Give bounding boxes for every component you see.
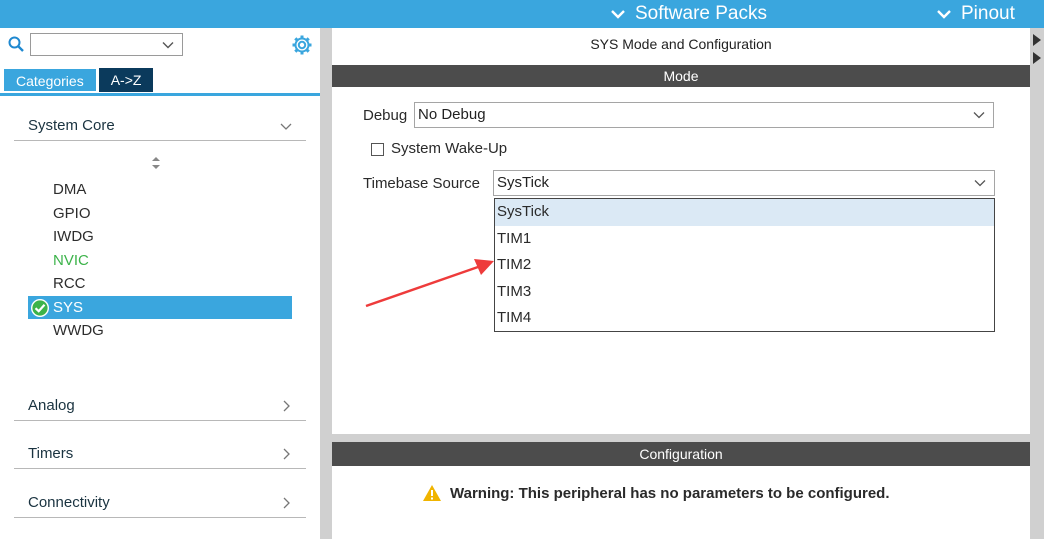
mode-header: Mode [332,65,1030,87]
search-input[interactable] [30,33,183,56]
sidebar-tabs: Categories A->Z [0,68,154,92]
option-tim4[interactable]: TIM4 [495,305,994,332]
category-system-core[interactable]: System Core [14,113,306,141]
software-packs-menu[interactable]: Software Packs [609,0,767,28]
timebase-dropdown-list: SysTick TIM1 TIM2 TIM3 TIM4 [494,198,995,332]
list-item-gpio[interactable]: GPIO [28,202,292,226]
warning-text: Warning: This peripheral has no paramete… [450,484,890,502]
gear-icon[interactable] [291,34,313,56]
chevron-right-icon [283,400,290,412]
timebase-select[interactable]: SysTick [493,170,995,196]
top-bar: Software Packs Pinout [0,0,1044,28]
peripheral-list: DMA GPIO IWDG NVIC RCC SYS WWDG [28,178,292,343]
sidebar: Categories A->Z System Core DMA GPIO IWD… [0,28,320,539]
tab-underline [0,93,320,96]
app-window: Software Packs Pinout Categories A->Z Sy… [0,0,1044,539]
main-panel: SYS Mode and Configuration Mode Debug No… [332,28,1030,539]
option-tim3[interactable]: TIM3 [495,279,994,306]
chevron-right-icon [283,448,290,460]
option-tim2[interactable]: TIM2 [495,252,994,279]
debug-select[interactable]: No Debug [414,102,994,128]
option-systick[interactable]: SysTick [495,199,994,226]
right-edge-bar [1030,28,1044,539]
search-icon[interactable] [8,36,24,52]
warning-icon [423,485,441,501]
warning-message: Warning: This peripheral has no paramete… [422,484,890,502]
list-item-nvic[interactable]: NVIC [28,249,292,273]
option-tim1[interactable]: TIM1 [495,226,994,253]
category-timers[interactable]: Timers [14,441,306,469]
panel-divider[interactable] [320,28,332,539]
list-item-sys[interactable]: SYS [28,295,292,319]
list-item-label: SYS [53,298,84,316]
debug-value: No Debug [418,106,486,123]
chevron-down-icon [280,123,292,130]
section-divider[interactable] [332,434,1030,442]
category-analog[interactable]: Analog [14,393,306,421]
pinout-menu[interactable]: Pinout [935,0,1015,28]
category-label: Connectivity [28,494,110,511]
category-label: System Core [28,117,115,134]
chevron-down-icon [973,112,985,119]
list-item-dma[interactable]: DMA [28,178,292,202]
configuration-header: Configuration [332,442,1030,466]
page-title: SYS Mode and Configuration [590,36,772,52]
category-label: Timers [28,445,74,462]
debug-label: Debug [363,107,408,124]
timebase-label: Timebase Source [363,175,480,192]
tab-categories[interactable]: Categories [3,68,97,92]
list-item-wwdg[interactable]: WWDG [28,319,292,343]
list-item-iwdg[interactable]: IWDG [28,225,292,249]
check-circle-icon [31,298,49,317]
chevron-down-icon [937,10,951,19]
chevron-right-icon [283,497,290,509]
chevron-down-icon [611,10,625,19]
collapse-handle-icon[interactable] [1031,30,1043,68]
sort-icon[interactable] [151,156,161,170]
software-packs-label: Software Packs [635,3,767,24]
category-connectivity[interactable]: Connectivity [14,490,306,518]
timebase-value: SysTick [497,174,549,191]
tab-a-to-z[interactable]: A->Z [98,68,154,92]
chevron-down-icon [974,180,986,187]
category-label: Analog [28,397,75,414]
list-item-rcc[interactable]: RCC [28,272,292,296]
chevron-down-icon [162,42,174,49]
system-wakeup-label: System Wake-Up [391,140,508,157]
search-row [0,28,320,62]
pinout-label: Pinout [961,3,1015,24]
system-wakeup-checkbox[interactable] [371,143,384,156]
